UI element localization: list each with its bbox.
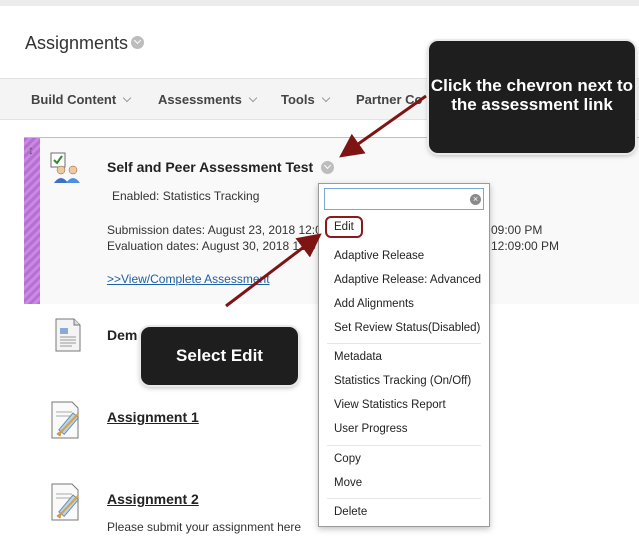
arrow-to-edit — [225, 233, 322, 308]
chevron-instruction-callout: Click the chevron next to the assessment… — [429, 41, 635, 153]
edit-instruction-text: Select Edit — [176, 346, 263, 365]
arrow-to-chevron — [339, 94, 427, 158]
edit-instruction-callout: Select Edit — [141, 327, 298, 385]
chevron-instruction-text: Click the chevron next to the assessment… — [430, 76, 634, 114]
